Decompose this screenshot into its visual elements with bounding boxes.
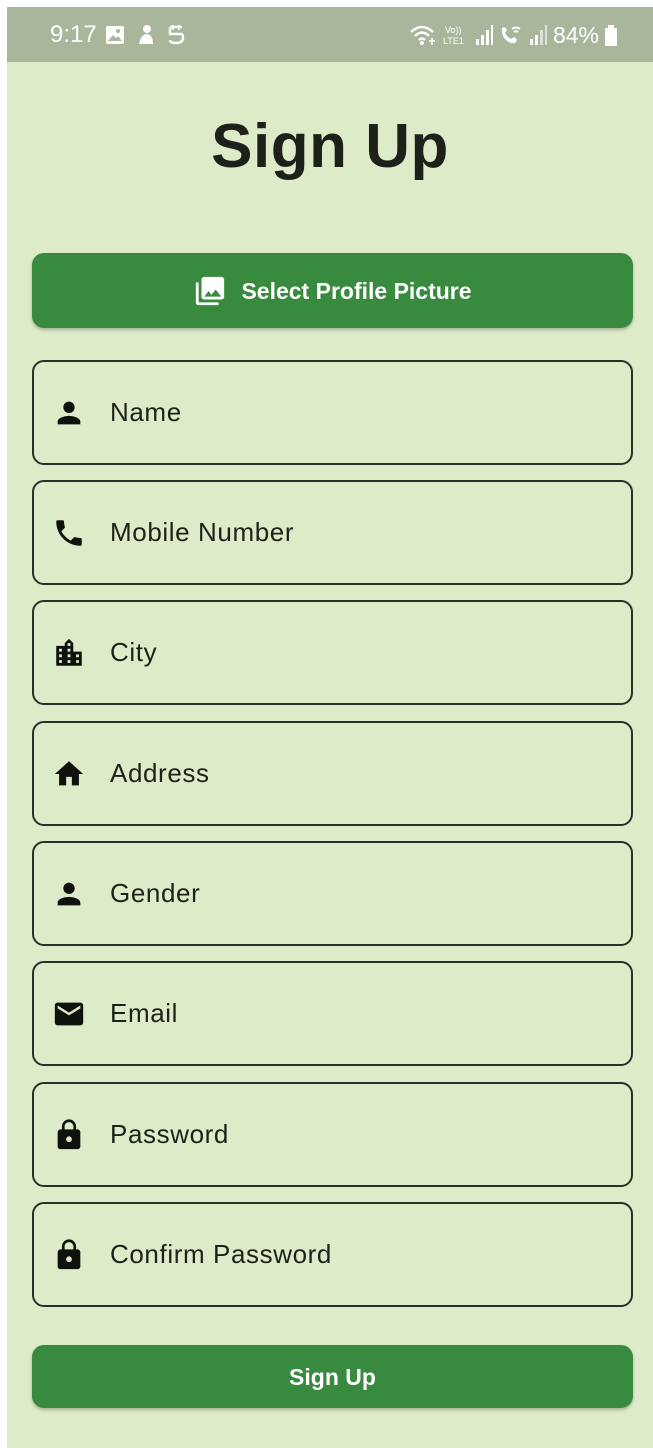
password-field[interactable] [32,1082,633,1187]
location-city-icon [56,638,82,666]
name-field[interactable] [32,360,633,465]
wifi-icon [410,25,435,45]
confirm-password-field[interactable] [32,1202,633,1307]
gender-field[interactable] [32,841,633,946]
select-profile-picture-label: Select Profile Picture [241,277,472,304]
battery-icon [605,25,617,46]
page-title: Sign Up [211,112,449,181]
svg-text:LTE1: LTE1 [443,36,464,46]
email-field[interactable] [32,961,633,1066]
confirm-password-input[interactable] [110,1204,610,1305]
select-profile-picture-button[interactable]: Select Profile Picture [32,253,633,328]
svg-text:Vo)): Vo)) [445,25,462,35]
signal-2-icon [529,25,547,45]
sync-notification-icon [168,25,185,45]
gender-input[interactable] [110,843,610,944]
home-icon [54,761,84,786]
wifi-calling-icon [501,26,521,44]
signal-1-icon [475,25,493,45]
status-bar: 9:17 Vo)) LTE1 84% [7,7,653,62]
email-input[interactable] [110,963,610,1064]
city-input[interactable] [110,602,610,703]
lock-icon [57,1119,81,1150]
person-icon [57,401,81,425]
gallery-notification-icon [106,26,124,44]
volte-icon: Vo)) LTE1 [443,25,464,46]
mobile-number-field[interactable] [32,480,633,585]
password-input[interactable] [110,1084,610,1185]
name-input[interactable] [110,362,610,463]
mobile-number-input[interactable] [110,482,610,583]
address-input[interactable] [110,723,610,824]
app-notification-icon [139,25,153,44]
status-time: 9:17 [50,21,97,48]
photo-library-icon [196,276,225,305]
battery-percentage: 84% [552,22,599,48]
person-icon [57,882,81,906]
sign-up-button[interactable]: Sign Up [32,1345,633,1408]
app-screen: 9:17 Vo)) LTE1 84% Sign Up Select Profil… [7,7,653,1448]
phone-icon [56,520,82,546]
address-field[interactable] [32,721,633,826]
sign-up-button-label: Sign Up [289,1363,376,1390]
city-field[interactable] [32,600,633,705]
email-icon [54,1002,84,1026]
system-status-icons: Vo)) LTE1 84% [409,21,617,49]
lock-icon [57,1239,81,1270]
notification-icons [105,23,185,47]
